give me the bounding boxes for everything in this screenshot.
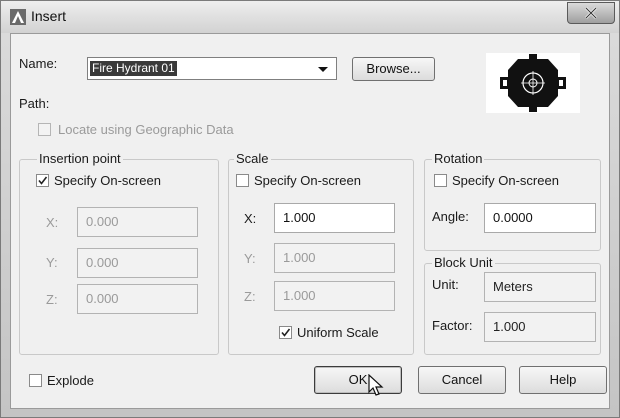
scale-x-label: X: [244,211,257,226]
block-name-value: Fire Hydrant 01 [90,61,177,76]
browse-button-label: Browse... [366,61,421,76]
block-unit-title: Block Unit [432,255,495,270]
browse-button[interactable]: Browse... [352,57,435,81]
cancel-button-label: Cancel [441,372,483,387]
insertion-y-field[interactable]: 0.000 [77,248,198,278]
insertion-y-label: Y: [46,255,58,270]
ok-button-label: OK [348,372,368,387]
uniform-scale-checkbox[interactable] [279,326,292,339]
geographic-data-label: Locate using Geographic Data [58,122,234,137]
explode-checkbox[interactable] [29,374,42,387]
angle-field[interactable]: 0.0000 [484,203,596,233]
close-x-icon [585,7,597,19]
scale-y-field[interactable]: 1.000 [274,243,395,273]
path-label: Path: [19,96,50,111]
scale-specify-checkbox[interactable] [236,174,249,187]
rotation-specify-label: Specify On-screen [452,173,559,188]
explode-label: Explode [47,373,94,388]
cancel-button[interactable]: Cancel [418,366,506,394]
insertion-x-field[interactable]: 0.000 [77,207,198,237]
insertion-z-label: Z: [46,292,58,307]
mouse-pointer-icon [368,374,384,396]
factor-label: Factor: [432,318,473,333]
rotation-title: Rotation [432,151,485,166]
scale-x-field[interactable]: 1.000 [274,203,395,233]
ok-button[interactable]: OK [314,366,402,394]
check-icon [38,176,48,185]
uniform-scale-label: Uniform Scale [297,325,379,340]
insert-dialog: Insert Name: Fire Hydrant 01 Browse... P… [0,0,620,418]
unit-label: Unit: [432,277,459,292]
insertion-point-title: Insertion point [37,151,123,166]
chevron-down-icon[interactable] [318,67,328,72]
window-title: Insert [31,8,67,24]
rotation-specify-checkbox[interactable] [434,174,447,187]
unit-value-field: Meters [484,272,596,302]
block-name-combobox[interactable]: Fire Hydrant 01 [87,57,337,80]
scale-z-label: Z: [244,289,256,304]
block-preview [486,53,580,113]
fire-hydrant-preview-icon [500,54,566,112]
help-button-label: Help [549,372,577,387]
scale-title: Scale [234,151,271,166]
scale-specify-label: Specify On-screen [254,173,361,188]
angle-label: Angle: [432,209,469,224]
scale-z-field[interactable]: 1.000 [274,281,395,311]
insertion-z-field[interactable]: 0.000 [77,284,198,314]
insertion-x-label: X: [46,215,59,230]
title-bar[interactable]: Insert [1,1,619,33]
insertion-specify-checkbox[interactable] [36,174,49,187]
name-label: Name: [19,56,58,71]
dialog-body: Name: Fire Hydrant 01 Browse... Path: Lo… [10,33,610,409]
help-button[interactable]: Help [519,366,607,394]
scale-y-label: Y: [244,251,256,266]
autocad-a-icon [10,9,26,25]
insertion-specify-label: Specify On-screen [54,173,161,188]
close-button[interactable] [567,2,615,24]
factor-value-field: 1.000 [484,312,596,342]
check-icon [281,328,291,337]
geographic-data-checkbox[interactable] [38,123,51,136]
